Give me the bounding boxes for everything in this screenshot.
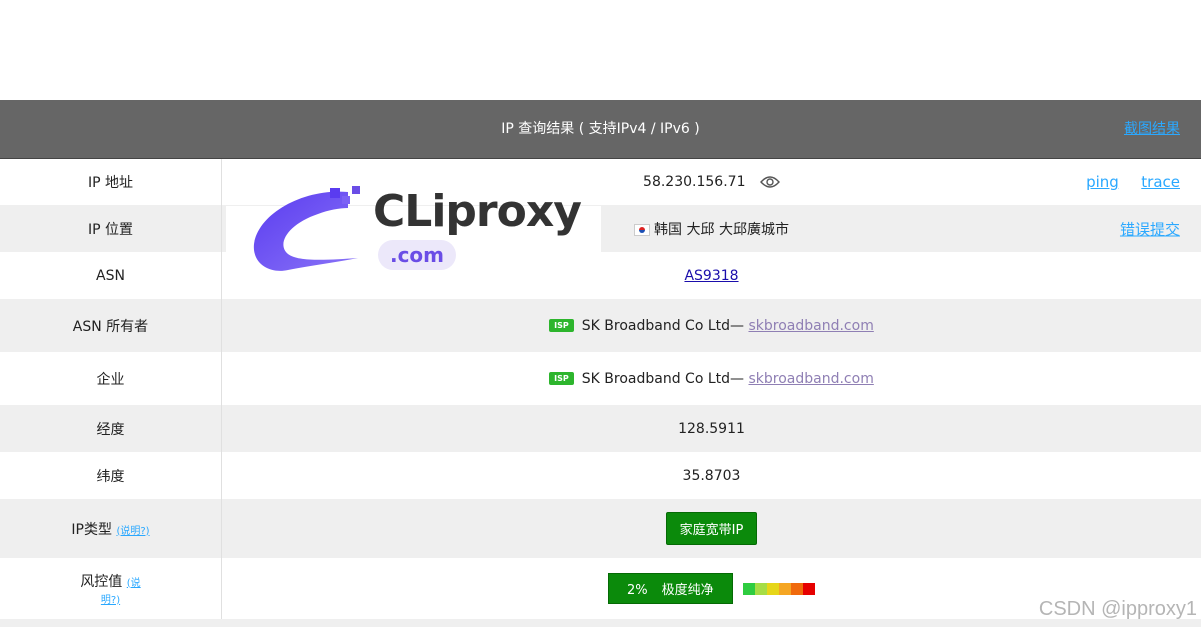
cliproxy-logo-mark-icon xyxy=(253,186,360,271)
ip-type-label: IP类型 xyxy=(71,521,112,538)
table-row: IP类型 (说明?) 家庭宽带IP xyxy=(0,499,1201,558)
risk-scale-segment xyxy=(779,582,792,595)
asn-link[interactable]: AS9318 xyxy=(684,268,738,284)
asn-owner-label: ASN 所有者 xyxy=(0,299,222,352)
risk-scale-segment xyxy=(803,582,816,595)
table-row: ASN AS9318 xyxy=(0,252,1201,299)
risk-scale xyxy=(743,582,816,595)
table-row: 风控值 (说 明?) 2% 极度纯净 xyxy=(0,558,1201,619)
table-row: 经度 128.5911 xyxy=(0,405,1201,452)
table-row: 纬度 35.8703 xyxy=(0,452,1201,499)
result-title: IP 查询结果 ( 支持IPv4 / IPv6 ) xyxy=(501,121,700,137)
ip-type-cell: 家庭宽带IP xyxy=(221,499,1201,558)
risk-scale-segment xyxy=(755,582,768,595)
next-row-edge xyxy=(0,619,1201,627)
screenshot-link[interactable]: 截图结果 xyxy=(1124,100,1180,158)
location-tools: 错误提交 xyxy=(1102,218,1180,239)
ip-location-value: 韩国 大邱 大邱廣城市 xyxy=(654,221,789,238)
table-row: ASN 所有者 ISP SK Broadband Co Ltd— skbroadb… xyxy=(0,299,1201,352)
result-header: IP 查询结果 ( 支持IPv4 / IPv6 ) 截图结果 xyxy=(0,100,1201,159)
cliproxy-logo: CLiproxy .com xyxy=(248,184,582,276)
latitude-value: 35.8703 xyxy=(221,452,1201,499)
south-korea-flag-icon xyxy=(634,223,651,236)
csdn-watermark: CSDN @ipproxy1 xyxy=(1038,598,1197,620)
enterprise-cell: ISP SK Broadband Co Ltd— skbroadband.com xyxy=(221,352,1201,405)
risk-label-cell: 风控值 (说 明?) xyxy=(0,558,222,619)
ip-type-label-cell: IP类型 (说明?) xyxy=(0,499,222,558)
asn-owner-cell: ISP SK Broadband Co Ltd— skbroadband.com xyxy=(221,299,1201,352)
risk-label: 风控值 xyxy=(80,573,123,590)
isp-badge: ISP xyxy=(549,319,574,332)
eye-icon[interactable] xyxy=(759,175,780,189)
risk-explain-link[interactable]: (说 xyxy=(127,578,141,589)
risk-explain-link-cont[interactable]: 明?) xyxy=(101,595,120,606)
ip-tools: ping trace xyxy=(1068,173,1180,191)
trace-link[interactable]: trace xyxy=(1141,173,1180,191)
isp-badge: ISP xyxy=(549,372,574,385)
table-row: IP 地址 58.230.156.71 ping trace xyxy=(0,159,1201,205)
ip-address-label: IP 地址 xyxy=(0,159,222,205)
risk-scale-segment xyxy=(743,582,756,595)
logo-subtext: .com xyxy=(378,240,456,270)
ip-type-badge: 家庭宽带IP xyxy=(665,512,758,545)
risk-level-text: 极度纯净 xyxy=(661,583,714,598)
report-error-link[interactable]: 错误提交 xyxy=(1120,220,1180,238)
asn-owner-value: SK Broadband Co Ltd— xyxy=(581,317,745,334)
ping-link[interactable]: ping xyxy=(1086,173,1119,191)
enterprise-label: 企业 xyxy=(0,352,222,405)
ip-type-explain-link[interactable]: (说明?) xyxy=(116,526,149,537)
logo-text: CLiproxy xyxy=(373,186,582,237)
risk-scale-segment xyxy=(791,582,804,595)
latitude-label: 纬度 xyxy=(0,452,222,499)
ip-result-panel: IP 查询结果 ( 支持IPv4 / IPv6 ) 截图结果 IP 地址 58.… xyxy=(0,100,1201,619)
enterprise-value: SK Broadband Co Ltd— xyxy=(581,370,745,387)
risk-score-badge: 2% 极度纯净 xyxy=(607,573,733,604)
risk-scale-segment xyxy=(767,582,780,595)
risk-percent: 2% xyxy=(626,583,648,598)
table-row: 企业 ISP SK Broadband Co Ltd— skbroadband.c… xyxy=(0,352,1201,405)
longitude-label: 经度 xyxy=(0,405,222,452)
enterprise-domain-link[interactable]: skbroadband.com xyxy=(748,371,873,387)
asn-label: ASN xyxy=(0,252,222,299)
ip-address-value: 58.230.156.71 xyxy=(643,174,746,190)
longitude-value: 128.5911 xyxy=(221,405,1201,452)
ip-location-label: IP 位置 xyxy=(0,205,222,252)
asn-owner-domain-link[interactable]: skbroadband.com xyxy=(748,318,873,334)
